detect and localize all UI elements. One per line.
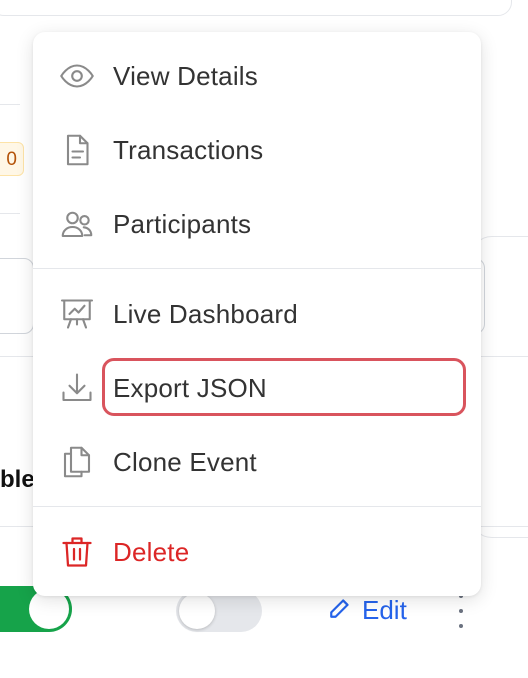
menu-item-delete[interactable]: Delete [33, 522, 481, 582]
menu-item-label: Delete [113, 536, 190, 567]
row-text-fragment: ble [0, 466, 35, 493]
copy-icon [58, 443, 96, 481]
menu-divider [33, 506, 481, 507]
presentation-chart-icon [58, 295, 96, 333]
trash-icon [58, 533, 96, 571]
menu-item-view-details[interactable]: View Details [33, 46, 481, 106]
menu-item-label: Clone Event [113, 446, 257, 477]
background-input[interactable] [0, 258, 34, 334]
download-icon [58, 369, 96, 407]
background-card [0, 0, 512, 16]
menu-item-clone-event[interactable]: Clone Event [33, 432, 481, 492]
dot [459, 624, 463, 628]
menu-item-label: Participants [113, 208, 252, 239]
active-toggle-off[interactable] [176, 590, 262, 632]
menu-item-export-json[interactable]: Export JSON [33, 358, 481, 418]
menu-item-live-dashboard[interactable]: Live Dashboard [33, 284, 481, 344]
eye-icon [58, 57, 96, 95]
pencil-icon [328, 594, 354, 627]
more-options-button[interactable] [452, 594, 470, 628]
menu-item-label: Export JSON [113, 372, 267, 403]
menu-item-transactions[interactable]: Transactions [33, 120, 481, 180]
toggle-knob [179, 593, 215, 629]
edit-button[interactable]: Edit [328, 594, 407, 626]
users-icon [58, 205, 96, 243]
menu-divider [33, 268, 481, 269]
dot [459, 609, 463, 613]
menu-item-label: View Details [113, 60, 258, 91]
menu-item-participants[interactable]: Participants [33, 194, 481, 254]
menu-item-label: Live Dashboard [113, 298, 298, 329]
menu-item-label: Transactions [113, 134, 264, 165]
document-icon [58, 131, 96, 169]
count-badge: 0 [0, 142, 24, 176]
edit-label: Edit [362, 594, 407, 625]
actions-dropdown-menu: View Details Transactions Participants L… [33, 32, 481, 596]
